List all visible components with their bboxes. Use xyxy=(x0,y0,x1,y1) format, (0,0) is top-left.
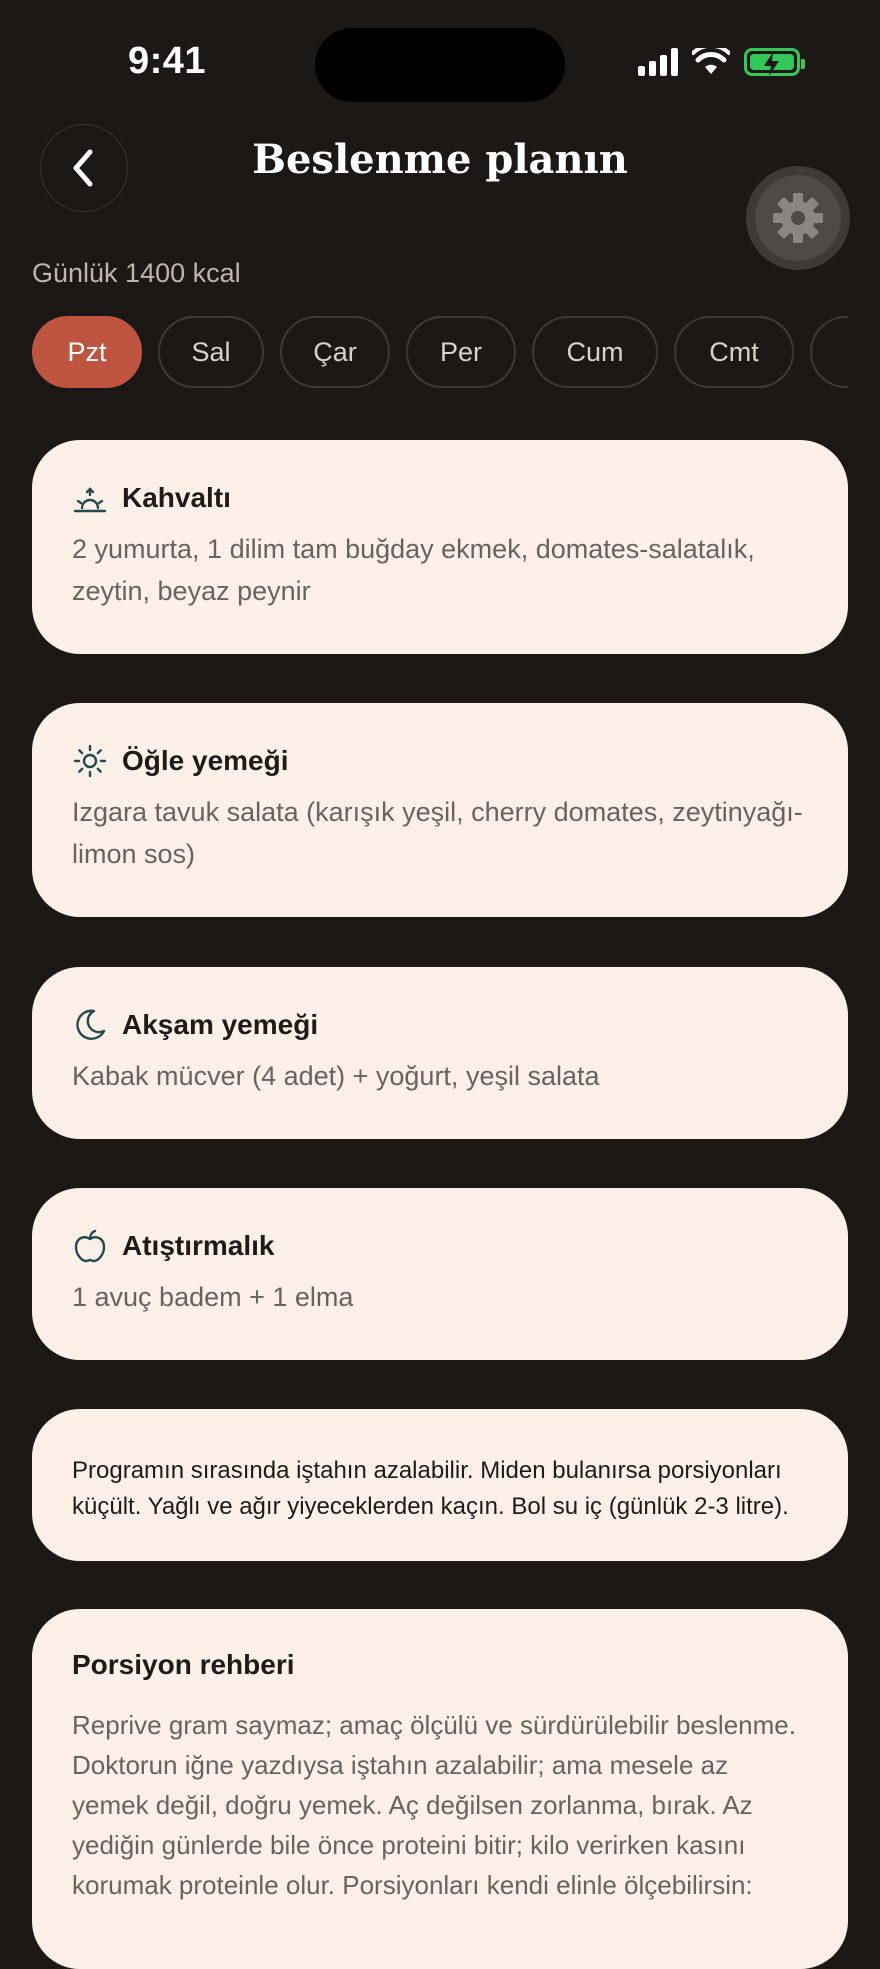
sunrise-icon xyxy=(73,487,107,513)
cellular-signal-icon xyxy=(638,48,678,76)
apple-icon xyxy=(74,1229,106,1263)
meal-description: 1 avuç badem + 1 elma xyxy=(72,1282,354,1312)
dynamic-island xyxy=(315,28,565,102)
status-time: 9:41 xyxy=(128,40,207,82)
meal-description: Kabak mücver (4 adet) + yoğurt, yeşil sa… xyxy=(72,1061,600,1091)
meal-title: Öğle yemeği xyxy=(122,745,289,776)
settings-button[interactable] xyxy=(746,166,850,270)
portion-guide-card: Porsiyon rehberi Reprive gram saymaz; am… xyxy=(32,1609,848,1969)
tab-day-pzt[interactable]: Pzt xyxy=(32,316,142,388)
meal-card-snack: Atıştırmalık 1 avuç badem + 1 elma xyxy=(32,1188,848,1360)
daily-calories: Günlük 1400 kcal xyxy=(32,258,241,288)
meal-description: Izgara tavuk salata (karışık yeşil, cher… xyxy=(72,797,803,869)
portion-guide-text: Reprive gram saymaz; amaç ölçülü ve sürd… xyxy=(72,1710,796,1900)
tab-day-paz[interactable]: Paz xyxy=(810,316,848,388)
meal-card-lunch: Öğle yemeği Izgara tavuk salata (karışık… xyxy=(32,703,848,917)
tab-day-car[interactable]: Çar xyxy=(280,316,390,388)
meal-card-breakfast: Kahvaltı 2 yumurta, 1 dilim tam buğday e… xyxy=(32,440,848,654)
tab-day-per[interactable]: Per xyxy=(406,316,516,388)
wifi-icon xyxy=(692,48,730,74)
tab-day-sal[interactable]: Sal xyxy=(158,316,264,388)
moon-icon xyxy=(76,1009,106,1040)
meal-title: Akşam yemeği xyxy=(122,1009,319,1040)
meal-title: Atıştırmalık xyxy=(122,1230,275,1261)
status-bar: 9:41 xyxy=(0,0,880,120)
battery-charging-icon xyxy=(744,48,805,76)
meal-title: Kahvaltı xyxy=(122,482,231,513)
gear-icon xyxy=(773,193,823,243)
sun-icon xyxy=(73,744,107,778)
day-tabs: Pzt Sal Çar Per Cum Cmt Paz xyxy=(32,316,848,388)
tab-day-cum[interactable]: Cum xyxy=(532,316,658,388)
portion-guide-title: Porsiyon rehberi xyxy=(72,1649,295,1680)
advice-note-text: Programın sırasında iştahın azalabilir. … xyxy=(72,1457,789,1520)
status-icons xyxy=(638,48,805,76)
page-title: Beslenme planın xyxy=(252,136,628,183)
advice-note-card: Programın sırasında iştahın azalabilir. … xyxy=(32,1409,848,1561)
tab-day-cmt[interactable]: Cmt xyxy=(674,316,794,388)
meal-description: 2 yumurta, 1 dilim tam buğday ekmek, dom… xyxy=(72,534,755,606)
meal-card-dinner: Akşam yemeği Kabak mücver (4 adet) + yoğ… xyxy=(32,967,848,1139)
